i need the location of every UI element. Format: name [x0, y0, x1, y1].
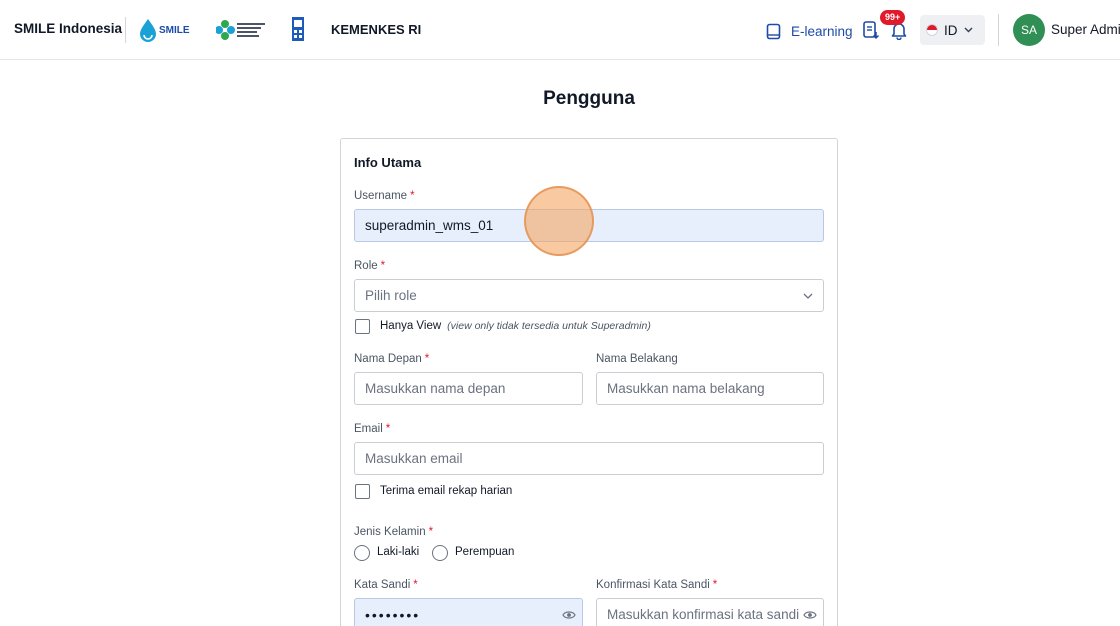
first-name-label: Nama Depan * [354, 353, 429, 365]
role-select[interactable]: Pilih role [354, 279, 824, 312]
gender-female-radio[interactable] [432, 545, 448, 561]
username-label: Username * [354, 190, 415, 202]
role-placeholder: Pilih role [365, 288, 417, 303]
section-title: Info Utama [354, 155, 422, 170]
brand-name[interactable]: SMILE Indonesia [14, 21, 122, 36]
required-mark: * [410, 190, 415, 202]
chevron-down-icon [964, 27, 972, 33]
required-mark: * [385, 423, 391, 435]
required-mark: * [428, 526, 434, 538]
gender-female-label: Perempuan [455, 546, 515, 558]
org-name: KEMENKES RI [331, 22, 422, 37]
first-name-placeholder: Masukkan nama depan [365, 381, 506, 396]
header-divider [125, 17, 126, 43]
smile-logo: SMILE [140, 19, 190, 42]
elearning-link[interactable]: E-learning [766, 20, 853, 42]
last-name-label: Nama Belakang [596, 353, 678, 365]
required-mark: * [712, 579, 718, 591]
document-download-icon[interactable] [862, 20, 880, 40]
eye-icon[interactable] [562, 609, 576, 621]
book-icon [766, 23, 781, 39]
gender-male-radio[interactable] [354, 545, 370, 561]
view-only-label-text: Hanya View [380, 320, 442, 332]
kemenkes-logo [216, 20, 265, 40]
view-only-label: Hanya View (view only tidak tersedia untu… [380, 320, 651, 332]
required-mark: * [380, 260, 386, 272]
required-mark: * [413, 579, 418, 591]
view-only-checkbox[interactable] [355, 319, 370, 334]
password-confirm-label-text: Konfirmasi Kata Sandi [596, 579, 710, 591]
username-label-text: Username [354, 190, 408, 202]
password-confirm-placeholder: Masukkan konfirmasi kata sandi [607, 607, 800, 622]
required-mark: * [424, 353, 430, 365]
first-name-input[interactable]: Masukkan nama depan [354, 372, 583, 405]
password-input[interactable]: •••••••• [354, 598, 583, 626]
email-placeholder: Masukkan email [365, 451, 463, 466]
eye-icon[interactable] [803, 609, 817, 621]
undp-logo [292, 17, 304, 41]
email-field[interactable]: Masukkan email [354, 442, 824, 475]
username-value: superadmin_wms_01 [365, 218, 494, 233]
click-indicator [524, 186, 594, 256]
user-name[interactable]: Super Admin [1051, 22, 1120, 37]
chevron-down-icon [803, 293, 813, 299]
language-selector[interactable]: ID [920, 15, 985, 45]
elearning-label: E-learning [791, 23, 853, 39]
role-label: Role * [354, 260, 385, 272]
gender-label-text: Jenis Kelamin [354, 526, 426, 538]
password-confirm-input[interactable]: Masukkan konfirmasi kata sandi [596, 598, 824, 626]
top-navbar: SMILE Indonesia SMILE KEMENKES RI E-lear… [0, 0, 1120, 60]
last-name-placeholder: Masukkan nama belakang [607, 381, 765, 396]
smile-logo-text: SMILE [159, 25, 190, 36]
email-label: Email * [354, 423, 390, 435]
gender-label: Jenis Kelamin * [354, 526, 433, 538]
role-label-text: Role [354, 260, 378, 272]
last-name-input[interactable]: Masukkan nama belakang [596, 372, 824, 405]
first-name-label-text: Nama Depan [354, 353, 422, 365]
notification-badge: 99+ [880, 10, 906, 25]
password-value: •••••••• [365, 606, 421, 623]
daily-recap-label: Terima email rekap harian [380, 485, 513, 497]
avatar[interactable]: SA [1013, 14, 1045, 46]
password-confirm-label: Konfirmasi Kata Sandi * [596, 579, 717, 591]
indonesia-flag-icon [926, 24, 938, 36]
password-label: Kata Sandi * [354, 579, 418, 591]
password-label-text: Kata Sandi [354, 579, 411, 591]
page-title: Pengguna [543, 88, 635, 109]
gender-male-label: Laki-laki [377, 546, 420, 558]
email-label-text: Email [354, 423, 383, 435]
view-only-note: (view only tidak tersedia untuk Superadm… [447, 320, 651, 332]
header-divider [998, 14, 999, 46]
language-code: ID [944, 22, 958, 38]
daily-recap-checkbox[interactable] [355, 484, 370, 499]
